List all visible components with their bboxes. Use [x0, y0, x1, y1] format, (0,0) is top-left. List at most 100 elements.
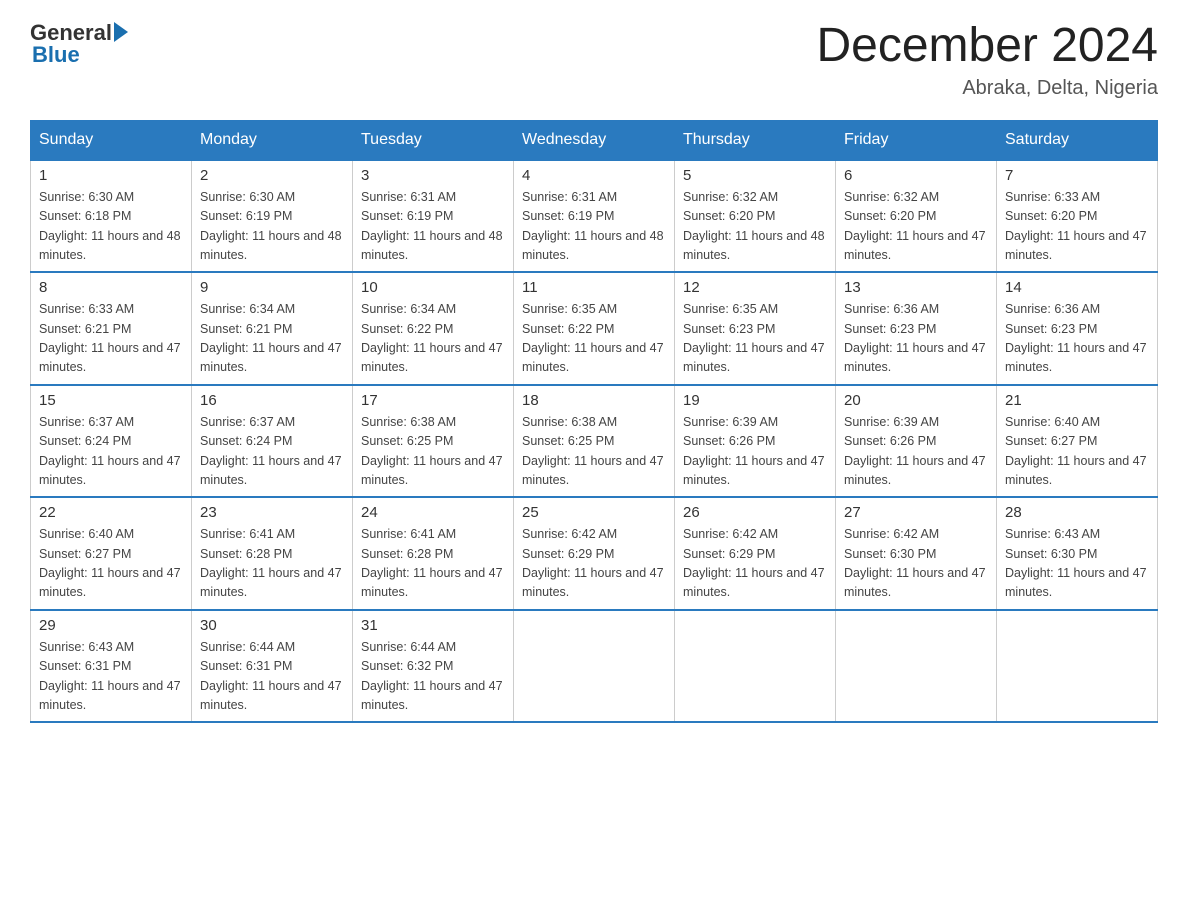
- calendar-cell: [997, 610, 1158, 723]
- day-info: Sunrise: 6:33 AMSunset: 6:20 PMDaylight:…: [1005, 188, 1149, 266]
- day-of-week-header: Saturday: [997, 120, 1158, 160]
- day-info: Sunrise: 6:35 AMSunset: 6:22 PMDaylight:…: [522, 300, 666, 378]
- day-number: 30: [200, 617, 344, 634]
- calendar-cell: 6 Sunrise: 6:32 AMSunset: 6:20 PMDaylight…: [836, 160, 997, 273]
- calendar-cell: [675, 610, 836, 723]
- calendar-cell: 25 Sunrise: 6:42 AMSunset: 6:29 PMDayligh…: [514, 497, 675, 610]
- day-info: Sunrise: 6:43 AMSunset: 6:30 PMDaylight:…: [1005, 525, 1149, 603]
- day-info: Sunrise: 6:42 AMSunset: 6:29 PMDaylight:…: [683, 525, 827, 603]
- day-info: Sunrise: 6:30 AMSunset: 6:18 PMDaylight:…: [39, 188, 183, 266]
- calendar-cell: 20 Sunrise: 6:39 AMSunset: 6:26 PMDayligh…: [836, 385, 997, 498]
- day-number: 25: [522, 504, 666, 521]
- calendar-cell: 27 Sunrise: 6:42 AMSunset: 6:30 PMDayligh…: [836, 497, 997, 610]
- day-info: Sunrise: 6:42 AMSunset: 6:29 PMDaylight:…: [522, 525, 666, 603]
- day-number: 7: [1005, 167, 1149, 184]
- day-info: Sunrise: 6:31 AMSunset: 6:19 PMDaylight:…: [361, 188, 505, 266]
- day-number: 14: [1005, 279, 1149, 296]
- calendar-cell: 30 Sunrise: 6:44 AMSunset: 6:31 PMDayligh…: [192, 610, 353, 723]
- day-number: 1: [39, 167, 183, 184]
- day-info: Sunrise: 6:40 AMSunset: 6:27 PMDaylight:…: [1005, 413, 1149, 491]
- calendar-cell: 22 Sunrise: 6:40 AMSunset: 6:27 PMDayligh…: [31, 497, 192, 610]
- calendar-cell: 14 Sunrise: 6:36 AMSunset: 6:23 PMDayligh…: [997, 272, 1158, 385]
- calendar-cell: 19Sunrise: 6:39 AMSunset: 6:26 PMDayligh…: [675, 385, 836, 498]
- logo: General Blue: [30, 20, 128, 68]
- day-info: Sunrise: 6:33 AMSunset: 6:21 PMDaylight:…: [39, 300, 183, 378]
- day-info: Sunrise: 6:41 AMSunset: 6:28 PMDaylight:…: [200, 525, 344, 603]
- calendar-cell: 24Sunrise: 6:41 AMSunset: 6:28 PMDayligh…: [353, 497, 514, 610]
- day-info: Sunrise: 6:30 AMSunset: 6:19 PMDaylight:…: [200, 188, 344, 266]
- day-number: 13: [844, 279, 988, 296]
- day-number: 9: [200, 279, 344, 296]
- calendar-cell: 1 Sunrise: 6:30 AMSunset: 6:18 PMDaylight…: [31, 160, 192, 273]
- calendar-cell: 17 Sunrise: 6:38 AMSunset: 6:25 PMDayligh…: [353, 385, 514, 498]
- day-number: 11: [522, 279, 666, 296]
- day-info: Sunrise: 6:39 AMSunset: 6:26 PMDaylight:…: [844, 413, 988, 491]
- calendar-cell: 28 Sunrise: 6:43 AMSunset: 6:30 PMDayligh…: [997, 497, 1158, 610]
- day-info: Sunrise: 6:34 AMSunset: 6:22 PMDaylight:…: [361, 300, 505, 378]
- calendar-cell: 21 Sunrise: 6:40 AMSunset: 6:27 PMDayligh…: [997, 385, 1158, 498]
- calendar-cell: 4Sunrise: 6:31 AMSunset: 6:19 PMDaylight…: [514, 160, 675, 273]
- day-number: 21: [1005, 392, 1149, 409]
- day-of-week-header: Wednesday: [514, 120, 675, 160]
- calendar-cell: 5 Sunrise: 6:32 AMSunset: 6:20 PMDaylight…: [675, 160, 836, 273]
- day-number: 28: [1005, 504, 1149, 521]
- day-number: 20: [844, 392, 988, 409]
- day-number: 3: [361, 167, 505, 184]
- calendar-cell: 15Sunrise: 6:37 AMSunset: 6:24 PMDayligh…: [31, 385, 192, 498]
- calendar-cell: 12Sunrise: 6:35 AMSunset: 6:23 PMDayligh…: [675, 272, 836, 385]
- calendar-week-row: 15Sunrise: 6:37 AMSunset: 6:24 PMDayligh…: [31, 385, 1158, 498]
- day-info: Sunrise: 6:43 AMSunset: 6:31 PMDaylight:…: [39, 638, 183, 716]
- calendar-cell: 11 Sunrise: 6:35 AMSunset: 6:22 PMDayligh…: [514, 272, 675, 385]
- day-info: Sunrise: 6:37 AMSunset: 6:24 PMDaylight:…: [39, 413, 183, 491]
- day-info: Sunrise: 6:44 AMSunset: 6:31 PMDaylight:…: [200, 638, 344, 716]
- page-header: General Blue December 2024 Abraka, Delta…: [30, 20, 1158, 100]
- day-info: Sunrise: 6:41 AMSunset: 6:28 PMDaylight:…: [361, 525, 505, 603]
- day-number: 31: [361, 617, 505, 634]
- calendar-cell: 29Sunrise: 6:43 AMSunset: 6:31 PMDayligh…: [31, 610, 192, 723]
- day-number: 6: [844, 167, 988, 184]
- day-of-week-header: Friday: [836, 120, 997, 160]
- day-number: 18: [522, 392, 666, 409]
- day-number: 12: [683, 279, 827, 296]
- title-block: December 2024 Abraka, Delta, Nigeria: [816, 20, 1158, 100]
- day-info: Sunrise: 6:40 AMSunset: 6:27 PMDaylight:…: [39, 525, 183, 603]
- day-info: Sunrise: 6:32 AMSunset: 6:20 PMDaylight:…: [844, 188, 988, 266]
- calendar-cell: 18 Sunrise: 6:38 AMSunset: 6:25 PMDayligh…: [514, 385, 675, 498]
- day-of-week-header: Tuesday: [353, 120, 514, 160]
- day-info: Sunrise: 6:34 AMSunset: 6:21 PMDaylight:…: [200, 300, 344, 378]
- calendar-cell: 13Sunrise: 6:36 AMSunset: 6:23 PMDayligh…: [836, 272, 997, 385]
- month-year-title: December 2024: [816, 20, 1158, 73]
- calendar-cell: 9 Sunrise: 6:34 AMSunset: 6:21 PMDaylight…: [192, 272, 353, 385]
- calendar-cell: 26 Sunrise: 6:42 AMSunset: 6:29 PMDayligh…: [675, 497, 836, 610]
- calendar-cell: 10 Sunrise: 6:34 AMSunset: 6:22 PMDayligh…: [353, 272, 514, 385]
- day-info: Sunrise: 6:37 AMSunset: 6:24 PMDaylight:…: [200, 413, 344, 491]
- day-number: 8: [39, 279, 183, 296]
- day-number: 2: [200, 167, 344, 184]
- day-info: Sunrise: 6:32 AMSunset: 6:20 PMDaylight:…: [683, 188, 827, 266]
- calendar-cell: 23Sunrise: 6:41 AMSunset: 6:28 PMDayligh…: [192, 497, 353, 610]
- calendar-cell: 8 Sunrise: 6:33 AMSunset: 6:21 PMDaylight…: [31, 272, 192, 385]
- logo-blue-text: Blue: [32, 42, 80, 68]
- calendar-week-row: 22 Sunrise: 6:40 AMSunset: 6:27 PMDayligh…: [31, 497, 1158, 610]
- day-number: 10: [361, 279, 505, 296]
- day-of-week-header: Monday: [192, 120, 353, 160]
- day-info: Sunrise: 6:36 AMSunset: 6:23 PMDaylight:…: [1005, 300, 1149, 378]
- calendar-cell: [836, 610, 997, 723]
- calendar-table: SundayMondayTuesdayWednesdayThursdayFrid…: [30, 120, 1158, 724]
- calendar-week-row: 29Sunrise: 6:43 AMSunset: 6:31 PMDayligh…: [31, 610, 1158, 723]
- day-number: 17: [361, 392, 505, 409]
- day-info: Sunrise: 6:38 AMSunset: 6:25 PMDaylight:…: [522, 413, 666, 491]
- calendar-cell: 31Sunrise: 6:44 AMSunset: 6:32 PMDayligh…: [353, 610, 514, 723]
- day-info: Sunrise: 6:42 AMSunset: 6:30 PMDaylight:…: [844, 525, 988, 603]
- day-number: 26: [683, 504, 827, 521]
- day-number: 5: [683, 167, 827, 184]
- calendar-cell: 7 Sunrise: 6:33 AMSunset: 6:20 PMDaylight…: [997, 160, 1158, 273]
- logo-arrow-icon: [114, 22, 128, 42]
- calendar-week-row: 1 Sunrise: 6:30 AMSunset: 6:18 PMDaylight…: [31, 160, 1158, 273]
- day-number: 16: [200, 392, 344, 409]
- day-number: 22: [39, 504, 183, 521]
- calendar-header-row: SundayMondayTuesdayWednesdayThursdayFrid…: [31, 120, 1158, 160]
- day-number: 27: [844, 504, 988, 521]
- day-info: Sunrise: 6:38 AMSunset: 6:25 PMDaylight:…: [361, 413, 505, 491]
- calendar-week-row: 8 Sunrise: 6:33 AMSunset: 6:21 PMDaylight…: [31, 272, 1158, 385]
